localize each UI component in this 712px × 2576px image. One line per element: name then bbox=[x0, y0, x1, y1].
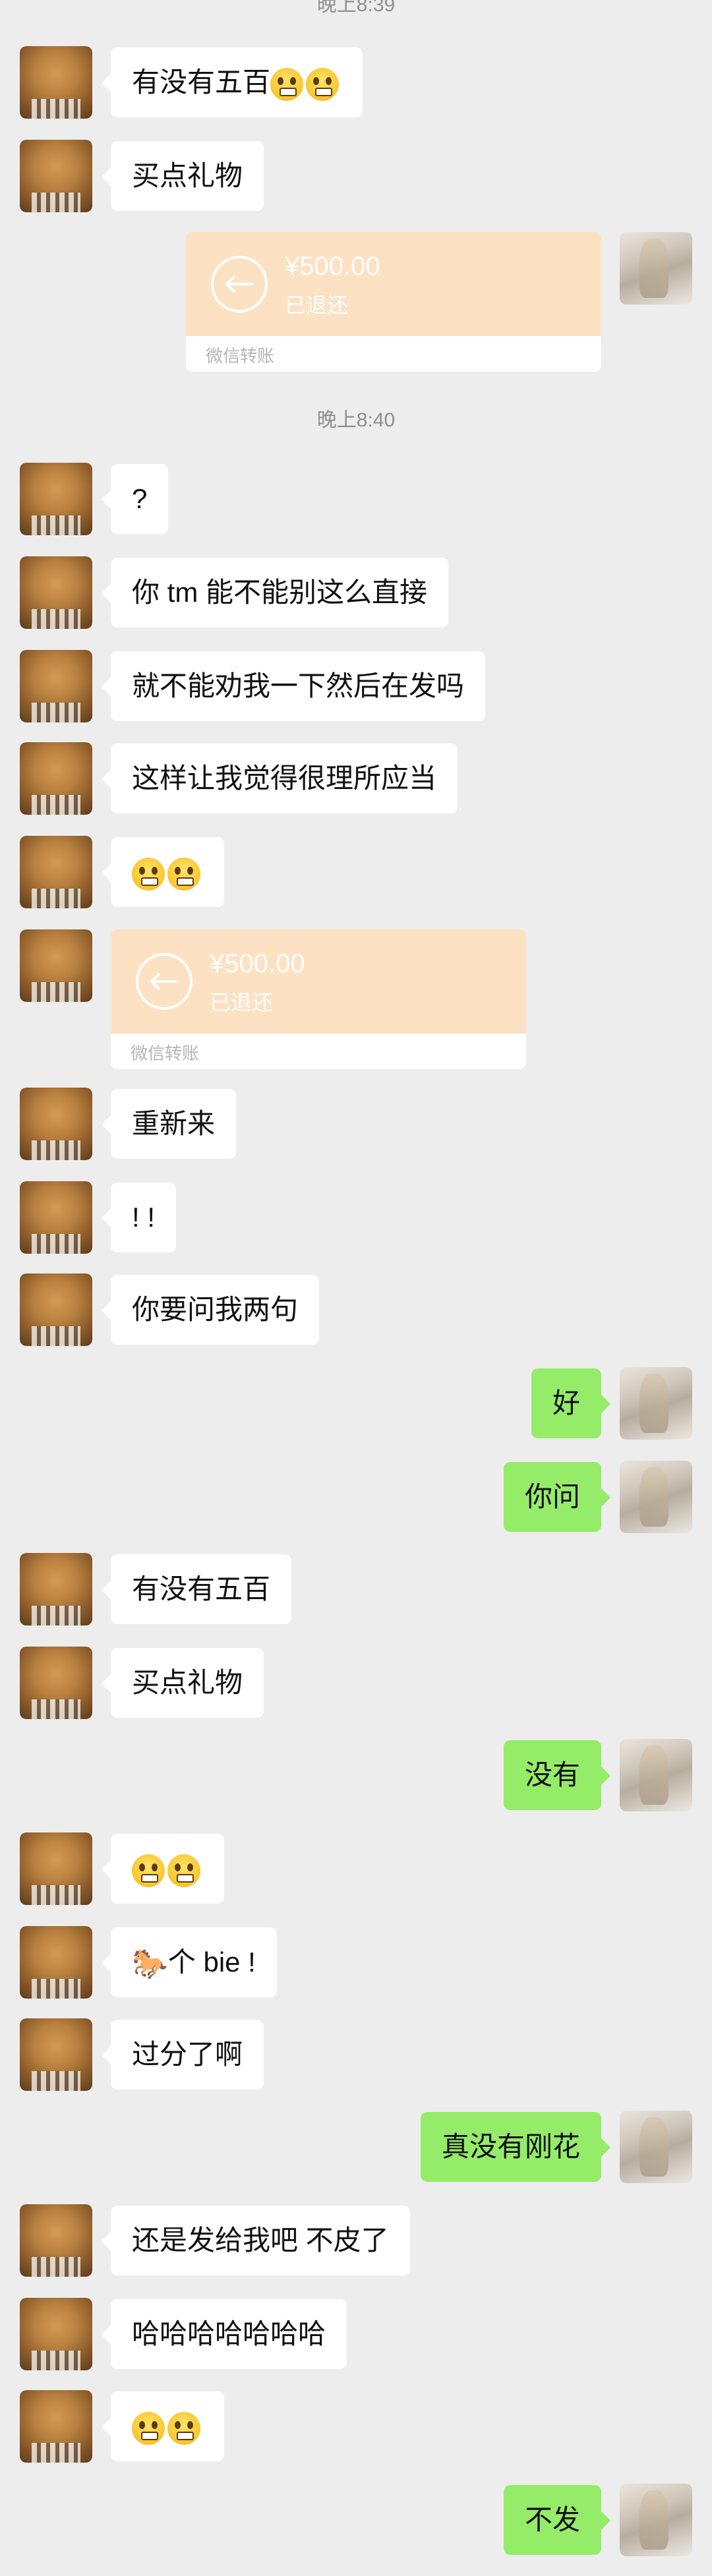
avatar-friend[interactable] bbox=[20, 556, 92, 629]
transfer-amount: ¥500.00 bbox=[285, 252, 380, 281]
message-bubble[interactable]: 真没有刚花 bbox=[420, 2112, 611, 2182]
grimacing-face-emoji bbox=[132, 1854, 165, 1887]
message-bubble[interactable]: 你要问我两句 bbox=[101, 1275, 320, 1345]
avatar-friend[interactable] bbox=[20, 463, 92, 535]
message-bubble[interactable]: 🐎个 bie ! bbox=[102, 1927, 277, 1997]
message-text: 你要问我两句 bbox=[132, 1294, 299, 1325]
money-mouth-face-emoji bbox=[167, 857, 200, 891]
avatar-friend[interactable] bbox=[20, 836, 92, 908]
message-bubble[interactable]: 你问 bbox=[503, 1462, 611, 1532]
message-bubble[interactable]: 过分了啊 bbox=[101, 2020, 264, 2090]
avatar-friend[interactable] bbox=[20, 650, 92, 722]
avatar-friend[interactable] bbox=[20, 1832, 92, 1905]
avatar-self[interactable] bbox=[620, 1461, 692, 1533]
message-bubble[interactable]: 有没有五百 bbox=[101, 47, 363, 117]
message-bubble[interactable]: 好 bbox=[531, 1368, 611, 1438]
message-bubble[interactable]: ! ! bbox=[101, 1183, 177, 1252]
grimacing-face-emoji bbox=[270, 67, 304, 101]
message-text: 不发 bbox=[524, 2504, 580, 2535]
message-text: 就不能劝我一下然后在发吗 bbox=[132, 670, 465, 701]
message-bubble[interactable]: ? bbox=[101, 464, 169, 534]
grimacing-face-emoji bbox=[167, 1854, 200, 1887]
message-text: ! ! bbox=[132, 1202, 156, 1233]
message-bubble[interactable]: 有没有五百 bbox=[101, 1554, 292, 1624]
message-text: 你问 bbox=[524, 1481, 580, 1512]
avatar-friend[interactable] bbox=[20, 2204, 92, 2277]
message-text: 个 bie ! bbox=[167, 1947, 256, 1977]
transfer-card[interactable]: ¥500.00 已退还 微信转账 bbox=[186, 232, 601, 372]
avatar-friend[interactable] bbox=[20, 929, 92, 1002]
return-arrow-icon bbox=[211, 256, 268, 312]
message-text: 还是发给我吧 不皮了 bbox=[132, 2225, 389, 2256]
message-text: 有没有五百 bbox=[132, 1573, 271, 1604]
message-text: 重新来 bbox=[132, 1108, 216, 1139]
transfer-status: 已退还 bbox=[210, 991, 274, 1014]
avatar-friend[interactable] bbox=[20, 1926, 92, 1999]
message-text: 哈哈哈哈哈哈哈 bbox=[132, 2318, 326, 2349]
message-bubble[interactable] bbox=[102, 1834, 224, 1904]
avatar-friend[interactable] bbox=[20, 46, 92, 119]
timestamp-top: 晚上8:39 bbox=[316, 0, 396, 16]
message-text: 买点礼物 bbox=[132, 160, 243, 191]
avatar-friend[interactable] bbox=[20, 1647, 92, 1719]
avatar-friend[interactable] bbox=[20, 140, 92, 212]
transfer-label: 微信转账 bbox=[131, 1043, 200, 1063]
grimacing-face-emoji bbox=[167, 2411, 200, 2445]
timestamp: 晚上8:40 bbox=[316, 409, 396, 431]
message-text: 这样让我觉得很理所应当 bbox=[132, 763, 437, 794]
message-bubble[interactable]: 买点礼物 bbox=[101, 141, 264, 211]
message-text: 真没有刚花 bbox=[441, 2131, 580, 2162]
avatar-self[interactable] bbox=[620, 1739, 692, 1811]
avatar-friend[interactable] bbox=[20, 2298, 92, 2370]
horse-emoji: 🐎 bbox=[132, 1947, 168, 1980]
message-bubble[interactable]: 不发 bbox=[503, 2485, 611, 2555]
avatar-friend[interactable] bbox=[20, 1088, 92, 1160]
avatar-friend[interactable] bbox=[20, 1553, 92, 1625]
return-arrow-icon bbox=[136, 953, 193, 1010]
message-text: ? bbox=[132, 483, 148, 514]
message-text: 好 bbox=[552, 1388, 580, 1419]
avatar-friend[interactable] bbox=[20, 2018, 92, 2091]
grimacing-face-emoji bbox=[306, 67, 340, 101]
message-text: 过分了啊 bbox=[132, 2039, 243, 2070]
avatar-self[interactable] bbox=[620, 2484, 692, 2556]
message-text: 没有 bbox=[524, 1759, 580, 1790]
message-bubble[interactable]: 哈哈哈哈哈哈哈 bbox=[101, 2299, 347, 2369]
message-bubble[interactable]: 买点礼物 bbox=[101, 1648, 264, 1718]
message-text: 你 tm 能不能别这么直接 bbox=[132, 577, 427, 608]
message-text: 有没有五百 bbox=[132, 67, 271, 98]
transfer-label: 微信转账 bbox=[206, 346, 275, 366]
avatar-friend[interactable] bbox=[20, 2390, 92, 2463]
transfer-card[interactable]: ¥500.00 已退还 微信转账 bbox=[111, 929, 526, 1069]
message-bubble[interactable]: 还是发给我吧 不皮了 bbox=[102, 2206, 410, 2275]
message-bubble[interactable]: 你 tm 能不能别这么直接 bbox=[102, 558, 448, 628]
avatar-self[interactable] bbox=[620, 232, 692, 305]
message-text: 买点礼物 bbox=[132, 1667, 243, 1698]
transfer-amount: ¥500.00 bbox=[210, 949, 305, 978]
avatar-friend[interactable] bbox=[20, 1181, 92, 1254]
grimacing-face-emoji bbox=[132, 2411, 165, 2445]
message-bubble[interactable]: 这样让我觉得很理所应当 bbox=[101, 744, 458, 813]
message-bubble[interactable]: 没有 bbox=[503, 1740, 611, 1810]
money-mouth-face-emoji bbox=[132, 857, 165, 891]
message-bubble[interactable] bbox=[102, 837, 224, 907]
avatar-friend[interactable] bbox=[20, 1273, 92, 1346]
avatar-self[interactable] bbox=[620, 2111, 692, 2183]
message-bubble[interactable]: 重新来 bbox=[101, 1089, 237, 1159]
avatar-friend[interactable] bbox=[20, 742, 92, 815]
message-bubble[interactable] bbox=[102, 2391, 224, 2461]
message-bubble[interactable]: 就不能劝我一下然后在发吗 bbox=[101, 651, 486, 721]
transfer-status: 已退还 bbox=[285, 293, 349, 317]
avatar-self[interactable] bbox=[620, 1367, 692, 1440]
